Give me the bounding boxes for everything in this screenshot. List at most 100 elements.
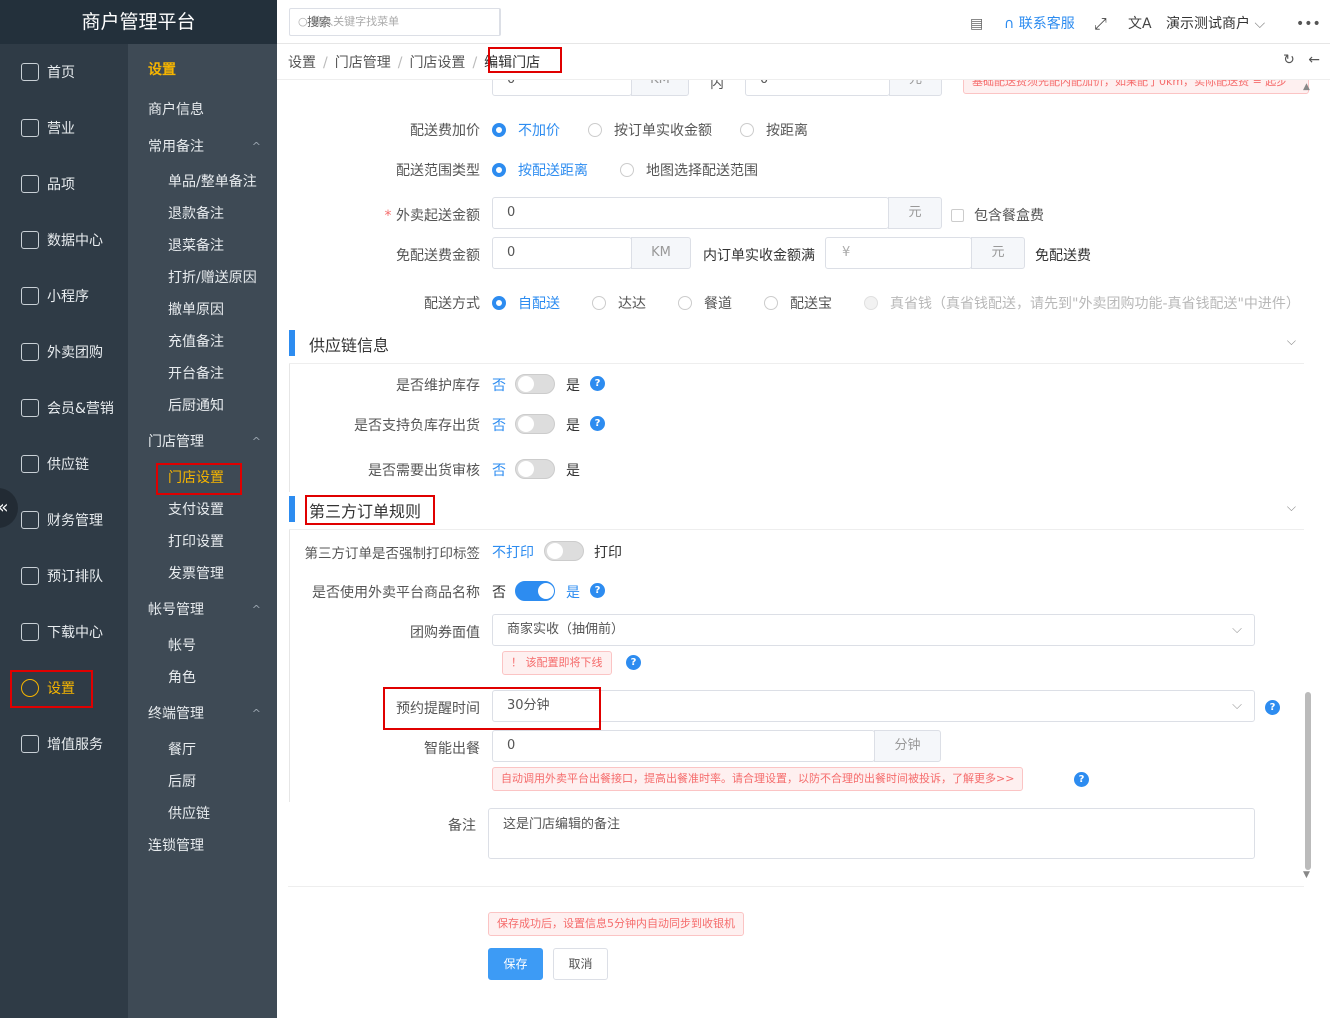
submenu-item[interactable]: 打印设置 <box>128 526 277 558</box>
submenu-item[interactable]: 帐号 <box>128 630 277 662</box>
help-icon[interactable]: ? <box>590 376 605 391</box>
message-icon[interactable]: ▤ <box>970 0 983 44</box>
merchant-name: 演示测试商户 <box>1166 16 1250 32</box>
force-print-switch[interactable] <box>544 541 584 561</box>
back-arrow-icon[interactable]: ← <box>1308 52 1320 68</box>
more-icon[interactable]: ••• <box>1296 0 1321 44</box>
sidebar-item[interactable]: 财务管理 <box>0 492 128 548</box>
markup-option-distance[interactable]: 按距离 <box>740 120 808 140</box>
refresh-icon[interactable]: ↻ <box>1283 52 1295 68</box>
range-type-label: 配送范围类型 <box>396 163 480 179</box>
reminder-time-select[interactable]: 30分钟 ⌵ <box>492 690 1255 722</box>
submenu-group[interactable]: 帐号管理 ^ <box>128 594 277 626</box>
submenu-item[interactable]: 退菜备注 <box>128 230 277 262</box>
help-icon[interactable]: ? <box>590 583 605 598</box>
breadcrumb-item[interactable]: 门店设置 <box>409 55 465 71</box>
submenu-item[interactable]: 餐厅 <box>128 734 277 766</box>
free-fee-distance-input[interactable]: 0 <box>492 237 632 269</box>
sidebar-item[interactable]: 预订排队 <box>0 548 128 604</box>
submenu-label: 打印设置 <box>168 534 224 550</box>
submenu-label: 撤单原因 <box>168 302 224 318</box>
fullscreen-icon[interactable]: ⤢ <box>1094 0 1107 44</box>
sidebar-item-label: 小程序 <box>47 289 89 305</box>
submenu-item[interactable]: 支付设置 <box>128 494 277 526</box>
free-fee-amount-input[interactable]: ¥ <box>825 237 972 269</box>
negative-stock-yes: 是 <box>566 418 580 434</box>
note-textarea[interactable]: 这是门店编辑的备注 <box>488 808 1255 859</box>
submenu-group[interactable]: 常用备注 ^ <box>128 131 277 163</box>
audit-yes: 是 <box>566 463 580 479</box>
submenu-label: 充值备注 <box>168 334 224 350</box>
translate-icon[interactable]: 文A <box>1128 0 1152 44</box>
method-option-candao[interactable]: 餐道 <box>678 293 732 313</box>
include-box-checkbox[interactable]: 包含餐盒费 <box>951 205 1044 225</box>
submenu-item[interactable]: 门店设置 <box>128 462 277 494</box>
help-icon[interactable]: ? <box>1074 772 1089 787</box>
submenu-label: 终端管理 <box>148 706 204 722</box>
submenu-item[interactable]: 角色 <box>128 662 277 694</box>
sidebar-item[interactable]: 外卖团购 <box>0 324 128 380</box>
submenu-item[interactable]: 发票管理 <box>128 558 277 590</box>
min-order-input[interactable]: 0 <box>492 197 889 229</box>
breadcrumb-item[interactable]: 设置 <box>288 55 316 71</box>
save-button[interactable]: 保存 <box>488 948 543 980</box>
method-option-peisongbao[interactable]: 配送宝 <box>764 293 832 313</box>
submenu-group[interactable]: 门店管理 ^ <box>128 426 277 458</box>
submenu-item[interactable]: 打折/赠送原因 <box>128 262 277 294</box>
sidebar-item-label: 外卖团购 <box>47 345 103 361</box>
submenu-group[interactable]: 终端管理 ^ <box>128 698 277 730</box>
breadcrumb-item[interactable]: 门店管理 <box>335 55 391 71</box>
submenu-item[interactable]: 后厨 <box>128 766 277 798</box>
audit-switch[interactable] <box>515 459 555 479</box>
third-party-section-header[interactable]: 第三方订单规则 ⌵ <box>289 494 1304 530</box>
markup-option-none[interactable]: 不加价 <box>492 120 560 140</box>
sidebar-item[interactable]: 品项 <box>0 156 128 212</box>
smart-meal-input[interactable]: 0 <box>492 730 875 762</box>
sidebar-item[interactable]: 数据中心 <box>0 212 128 268</box>
platform-name-yes: 是 <box>566 585 580 601</box>
submenu-item[interactable]: 供应链 <box>128 798 277 830</box>
search-button[interactable]: 搜索 <box>290 9 348 41</box>
submenu-label: 单品/整单备注 <box>168 174 257 190</box>
platform-name-switch[interactable] <box>515 581 555 601</box>
submenu-group[interactable]: 连锁管理 <box>128 830 277 862</box>
negative-stock-label: 是否支持负库存出货 <box>354 418 480 434</box>
contact-service-button[interactable]: ∩ 联系客服 <box>1004 0 1075 44</box>
sidebar-item[interactable]: 小程序 <box>0 268 128 324</box>
markup-option-amount[interactable]: 按订单实收金额 <box>588 120 712 140</box>
negative-stock-switch[interactable] <box>515 414 555 434</box>
submenu-group[interactable]: 商户信息 <box>128 94 277 126</box>
submenu-item[interactable]: 开台备注 <box>128 358 277 390</box>
supply-chain-section-header[interactable]: 供应链信息 ⌵ <box>289 328 1304 364</box>
sidebar-item[interactable]: 下载中心 <box>0 604 128 660</box>
submenu-item[interactable]: 后厨通知 <box>128 390 277 422</box>
submenu-title: 设置 <box>148 62 176 78</box>
submenu-item[interactable]: 充值备注 <box>128 326 277 358</box>
help-icon[interactable]: ? <box>590 416 605 431</box>
merchant-dropdown[interactable]: 演示测试商户 ⌵ <box>1166 0 1265 44</box>
supply-chain-title: 供应链信息 <box>309 336 390 355</box>
sidebar-item[interactable]: 营业 <box>0 100 128 156</box>
submenu-item[interactable]: 单品/整单备注 <box>128 166 277 198</box>
cancel-button[interactable]: 取消 <box>553 948 608 980</box>
sidebar-item[interactable]: 首页 <box>0 44 128 100</box>
sidebar-item[interactable]: 会员&营销 <box>0 380 128 436</box>
range-option-map[interactable]: 地图选择配送范围 <box>620 160 758 180</box>
submenu-item[interactable]: 撤单原因 <box>128 294 277 326</box>
sidebar-item[interactable]: 设置 <box>0 660 128 716</box>
sidebar-item[interactable]: 增值服务 <box>0 716 128 772</box>
markup-label: 配送费加价 <box>410 123 480 139</box>
method-option-dada[interactable]: 达达 <box>592 293 646 313</box>
coupon-warning: ！ 该配置即将下线 <box>502 651 612 675</box>
help-icon[interactable]: ? <box>1265 700 1280 715</box>
coupon-value-select[interactable]: 商家实收（抽佣前） ⌵ <box>492 614 1255 646</box>
scrollbar-thumb[interactable] <box>1305 692 1311 870</box>
contact-label: 联系客服 <box>1018 16 1075 32</box>
range-option-distance[interactable]: 按配送距离 <box>492 160 588 180</box>
help-icon[interactable]: ? <box>626 655 641 670</box>
method-option-self[interactable]: 自配送 <box>492 293 560 313</box>
sidebar-item[interactable]: 供应链 <box>0 436 128 492</box>
submenu-item[interactable]: 退款备注 <box>128 198 277 230</box>
submenu-label: 门店管理 <box>148 434 204 450</box>
stock-switch[interactable] <box>515 374 555 394</box>
